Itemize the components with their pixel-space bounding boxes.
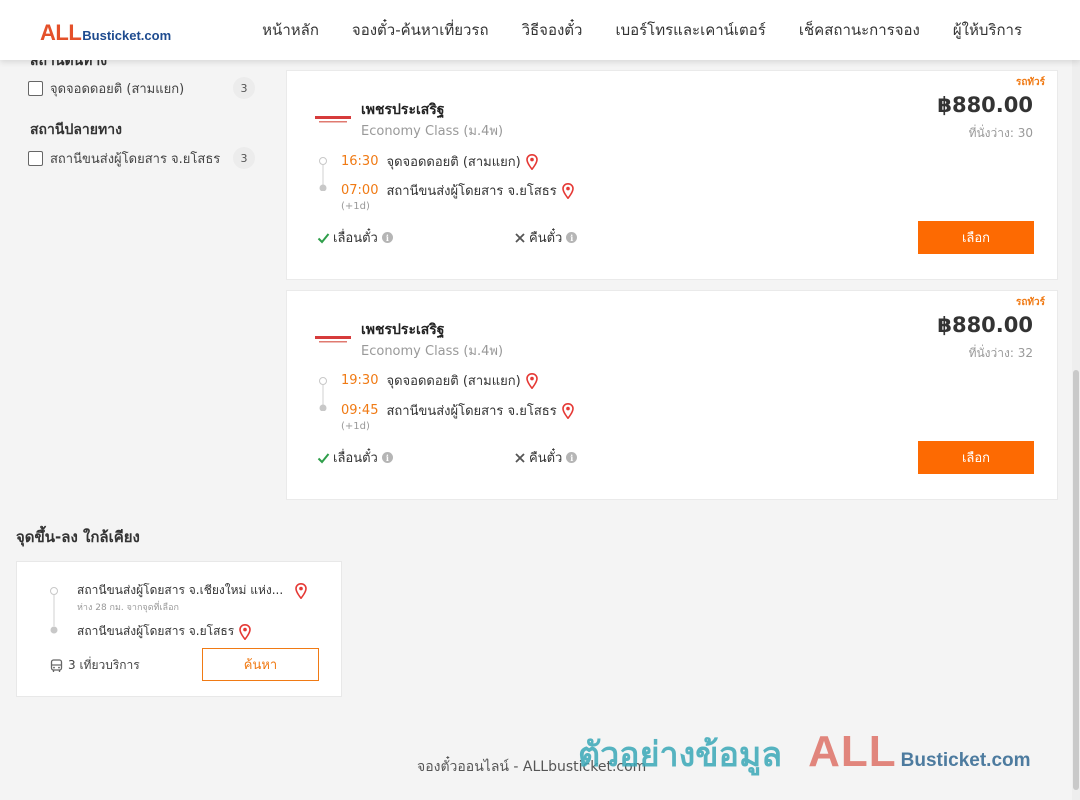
site-logo[interactable]: ALL Busticket.com [40, 20, 171, 46]
next-day-indicator: (+1d) [341, 421, 370, 432]
reschedule-label: เลื่อนตั๋ว [333, 451, 378, 466]
refund-policy: คืนตั๋ว i [514, 447, 578, 468]
nav-check-booking[interactable]: เช็คสถานะการจอง [799, 18, 920, 42]
next-day-indicator: (+1d) [341, 201, 370, 212]
nearby-trip-count: 3 เที่ยวบริการ [50, 656, 140, 675]
logo-brand-a: ALL [40, 20, 82, 45]
reschedule-label: เลื่อนตั๋ว [333, 231, 378, 246]
nav-home[interactable]: หน้าหลัก [262, 18, 319, 42]
logo-brand-b: Busticket.com [82, 28, 172, 43]
map-pin-icon[interactable] [561, 182, 574, 199]
cross-icon [515, 232, 525, 243]
nearby-route-card: สถานีขนส่งผู้โดยสาร จ.เชียงใหม่ แห่ง... … [16, 561, 342, 697]
departure-stop-name: จุดจอดดอยติ (สามแยก) [386, 155, 521, 170]
refund-label: คืนตั๋ว [529, 451, 563, 466]
map-pin-icon[interactable] [561, 402, 574, 419]
departure-time: 16:30 [341, 154, 379, 169]
trip-card: รถทัวร์ เพชรประเสริฐ Economy Class (ม.4พ… [286, 290, 1058, 500]
arrival-time: 09:45 [341, 403, 379, 418]
info-icon[interactable]: i [381, 232, 393, 243]
departure-stop: 16:30 จุดจอดดอยติ (สามแยก) [341, 151, 538, 172]
operator-logo-icon [315, 116, 351, 123]
map-pin-icon[interactable] [525, 372, 538, 389]
main-nav: หน้าหลัก จองตั๋ว-ค้นหาเที่ยวรถ วิธีจองตั… [262, 0, 1022, 60]
check-icon [317, 232, 330, 243]
nearby-from-name: สถานีขนส่งผู้โดยสาร จ.เชียงใหม่ แห่ง... [77, 583, 284, 597]
cross-icon [515, 452, 525, 463]
page-scrollbar[interactable] [1072, 60, 1080, 800]
site-header: ALL Busticket.com หน้าหลัก จองตั๋ว-ค้นหา… [0, 0, 1080, 60]
origin-filter-count: 3 [233, 77, 255, 99]
promo-badge: รถทัวร์ [1015, 297, 1045, 308]
operator-name: เพชรประเสริฐ [361, 102, 445, 118]
departure-stop-name: จุดจอดดอยติ (สามแยก) [386, 374, 521, 389]
scrollbar-thumb[interactable] [1073, 370, 1079, 790]
seats-available: ที่นั่งว่าง: 30 [968, 126, 1033, 140]
reschedule-policy: เลื่อนตั๋ว i [317, 447, 393, 468]
reschedule-policy: เลื่อนตั๋ว i [317, 227, 393, 248]
nav-operators[interactable]: ผู้ให้บริการ [953, 18, 1022, 42]
info-icon[interactable]: i [566, 452, 578, 463]
refund-label: คืนตั๋ว [529, 231, 563, 246]
nav-book-search[interactable]: จองตั๋ว-ค้นหาเที่ยวรถ [352, 18, 489, 42]
arrival-stop-name: สถานีขนส่งผู้โดยสาร จ.ยโสธร [386, 184, 557, 199]
destination-filter-item[interactable]: สถานีขนส่งผู้โดยสาร จ.ยโสธร 3 [28, 147, 255, 169]
sample-data-watermark: ตัวอย่างข้อมูล ALL Busticket.com [578, 727, 1031, 781]
map-pin-icon[interactable] [239, 623, 251, 640]
destination-filter-label: สถานีขนส่งผู้โดยสาร จ.ยโสธร [50, 151, 221, 167]
check-icon [317, 452, 330, 463]
operator-logo-icon [315, 336, 351, 343]
nearby-search-button[interactable]: ค้นหา [202, 648, 319, 681]
bus-icon [50, 658, 63, 672]
destination-filter-count: 3 [233, 147, 255, 169]
destination-filter-checkbox[interactable] [28, 150, 43, 166]
arrival-stop-name: สถานีขนส่งผู้โดยสาร จ.ยโสธร [386, 404, 557, 419]
nearby-distance: ห่าง 28 กม. จากจุดที่เลือก [77, 603, 179, 613]
nearby-to-stop: สถานีขนส่งผู้โดยสาร จ.ยโสธร [77, 622, 251, 641]
origin-filter-label: จุดจอดดอยติ (สามแยก) [50, 81, 185, 97]
nav-how-to-book[interactable]: วิธีจองตั๋ว [522, 18, 583, 42]
watermark-sample-text: ตัวอย่างข้อมูล [578, 735, 783, 775]
map-pin-icon[interactable] [295, 582, 307, 599]
bus-class: Economy Class (ม.4พ) [361, 124, 504, 139]
nearby-from-stop: สถานีขนส่งผู้โดยสาร จ.เชียงใหม่ แห่ง... [77, 581, 307, 600]
nearby-trip-count-label: 3 เที่ยวบริการ [68, 658, 140, 672]
route-timeline-icon [319, 377, 327, 411]
trip-card: รถทัวร์ เพชรประเสริฐ Economy Class (ม.4พ… [286, 70, 1058, 280]
nearby-stops-heading: จุดขึ้น-ลง ใกล้เคียง [16, 528, 140, 546]
origin-filter-checkbox[interactable] [28, 80, 43, 96]
nav-contact-counter[interactable]: เบอร์โทรและเคาน์เตอร์ [615, 18, 765, 42]
origin-filter-item[interactable]: จุดจอดดอยติ (สามแยก) 3 [28, 77, 255, 99]
refund-policy: คืนตั๋ว i [514, 227, 578, 248]
arrival-stop: 07:00 สถานีขนส่งผู้โดยสาร จ.ยโสธร [341, 180, 574, 201]
destination-filter-heading: สถานีปลายทาง [30, 122, 122, 138]
select-trip-button[interactable]: เลือก [918, 441, 1034, 474]
map-pin-icon[interactable] [525, 153, 538, 170]
info-icon[interactable]: i [381, 452, 393, 463]
info-icon[interactable]: i [566, 232, 578, 243]
arrival-stop: 09:45 สถานีขนส่งผู้โดยสาร จ.ยโสธร [341, 400, 574, 421]
ticket-price: ฿880.00 [937, 93, 1033, 117]
promo-badge: รถทัวร์ [1015, 77, 1045, 88]
ticket-price: ฿880.00 [937, 313, 1033, 337]
route-timeline-icon [50, 587, 58, 634]
operator-name: เพชรประเสริฐ [361, 322, 445, 338]
watermark-brand-b: Busticket.com [900, 750, 1031, 771]
nearby-to-name: สถานีขนส่งผู้โดยสาร จ.ยโสธร [77, 624, 235, 638]
route-timeline-icon [319, 157, 327, 191]
arrival-time: 07:00 [341, 183, 379, 198]
select-trip-button[interactable]: เลือก [918, 221, 1034, 254]
watermark-brand-a: ALL [808, 727, 897, 776]
seats-available: ที่นั่งว่าง: 32 [968, 346, 1033, 360]
departure-time: 19:30 [341, 373, 379, 388]
bus-class: Economy Class (ม.4พ) [361, 344, 504, 359]
departure-stop: 19:30 จุดจอดดอยติ (สามแยก) [341, 370, 538, 391]
